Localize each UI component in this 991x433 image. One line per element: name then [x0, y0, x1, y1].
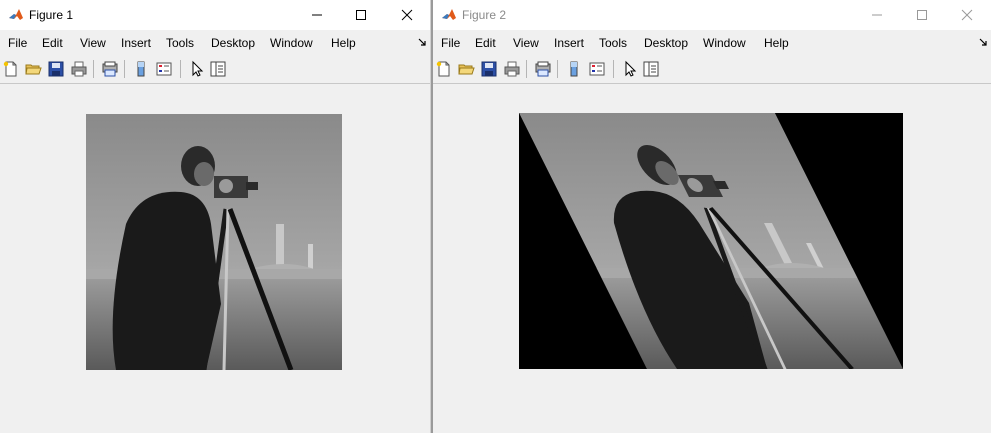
- menu-file[interactable]: File: [441, 36, 460, 50]
- menu-help[interactable]: Help: [331, 36, 356, 50]
- maximize-button[interactable]: [338, 0, 384, 30]
- window-title: Figure 1: [29, 8, 74, 22]
- close-icon: [961, 9, 973, 21]
- sheared-image[interactable]: [519, 113, 903, 369]
- menu-tools[interactable]: Tools: [599, 36, 627, 50]
- save-icon[interactable]: [47, 60, 65, 78]
- title-bar[interactable]: Figure 2: [433, 0, 991, 30]
- menu-tools[interactable]: Tools: [166, 36, 194, 50]
- colorbar-icon[interactable]: [565, 60, 583, 78]
- figure-toolbar: [0, 56, 430, 84]
- figure-1-window: Figure 1 File Edit View Insert Tools Des…: [0, 0, 430, 433]
- menu-insert[interactable]: Insert: [121, 36, 151, 50]
- property-editor-icon[interactable]: [209, 60, 227, 78]
- figure-toolbar: [433, 56, 991, 84]
- toolbar-separator: [526, 60, 527, 78]
- new-figure-icon[interactable]: [435, 60, 453, 78]
- title-bar[interactable]: Figure 1: [0, 0, 430, 30]
- menu-window[interactable]: Window: [703, 36, 746, 50]
- property-editor-icon[interactable]: [642, 60, 660, 78]
- menu-view[interactable]: View: [513, 36, 539, 50]
- menu-desktop[interactable]: Desktop: [211, 36, 255, 50]
- legend-icon[interactable]: [588, 60, 606, 78]
- maximize-icon: [356, 10, 366, 20]
- menu-help[interactable]: Help: [764, 36, 789, 50]
- menu-desktop[interactable]: Desktop: [644, 36, 688, 50]
- matlab-logo-icon: [8, 7, 24, 23]
- legend-icon[interactable]: [155, 60, 173, 78]
- minimize-icon: [312, 14, 322, 16]
- open-file-icon[interactable]: [457, 60, 475, 78]
- print-preview-icon[interactable]: [534, 60, 552, 78]
- menu-window[interactable]: Window: [270, 36, 313, 50]
- close-button[interactable]: [384, 0, 430, 30]
- toolbar-separator: [124, 60, 125, 78]
- minimize-button[interactable]: [294, 0, 340, 30]
- window-title: Figure 2: [462, 8, 507, 22]
- menu-bar: File Edit View Insert Tools Desktop Wind…: [0, 30, 430, 57]
- toolbar-separator: [613, 60, 614, 78]
- figure-2-window: Figure 2 File Edit View Insert Tools Des…: [433, 0, 991, 433]
- toolbar-separator: [180, 60, 181, 78]
- menu-insert[interactable]: Insert: [554, 36, 584, 50]
- toolbar-separator: [557, 60, 558, 78]
- original-image[interactable]: [86, 114, 342, 370]
- dock-arrow-icon[interactable]: [978, 37, 988, 47]
- dock-arrow-icon[interactable]: [417, 37, 427, 47]
- print-preview-icon[interactable]: [101, 60, 119, 78]
- menu-edit[interactable]: Edit: [42, 36, 63, 50]
- matlab-logo-icon: [441, 7, 457, 23]
- select-arrow-icon[interactable]: [621, 60, 639, 78]
- menu-bar: File Edit View Insert Tools Desktop Wind…: [433, 30, 991, 57]
- save-icon[interactable]: [480, 60, 498, 78]
- print-icon[interactable]: [503, 60, 521, 78]
- maximize-icon: [917, 10, 927, 20]
- close-icon: [401, 9, 413, 21]
- minimize-button[interactable]: [854, 0, 900, 30]
- print-icon[interactable]: [70, 60, 88, 78]
- colorbar-icon[interactable]: [132, 60, 150, 78]
- open-file-icon[interactable]: [24, 60, 42, 78]
- menu-file[interactable]: File: [8, 36, 27, 50]
- maximize-button[interactable]: [899, 0, 945, 30]
- close-button[interactable]: [944, 0, 990, 30]
- minimize-icon: [872, 14, 882, 16]
- menu-edit[interactable]: Edit: [475, 36, 496, 50]
- new-figure-icon[interactable]: [2, 60, 20, 78]
- menu-view[interactable]: View: [80, 36, 106, 50]
- toolbar-separator: [93, 60, 94, 78]
- select-arrow-icon[interactable]: [188, 60, 206, 78]
